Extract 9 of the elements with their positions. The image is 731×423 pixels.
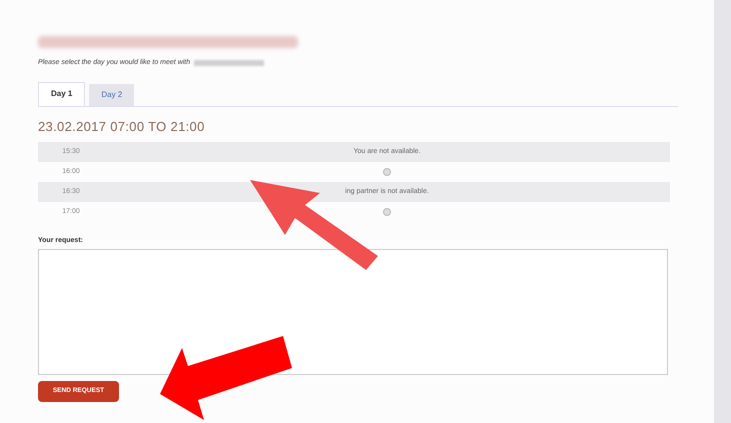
slot-radio[interactable] [383, 208, 391, 216]
slot-radio[interactable] [383, 168, 391, 176]
day-tab[interactable]: Day 1 [38, 82, 86, 106]
redacted-name [194, 60, 264, 66]
day-tab[interactable]: Day 2 [89, 84, 134, 106]
request-field[interactable] [38, 248, 668, 374]
arrow-icon [250, 180, 380, 270]
arrow-icon [160, 336, 292, 420]
date-heading: 23.02.2017 07:00 TO 21:00 [38, 118, 206, 136]
